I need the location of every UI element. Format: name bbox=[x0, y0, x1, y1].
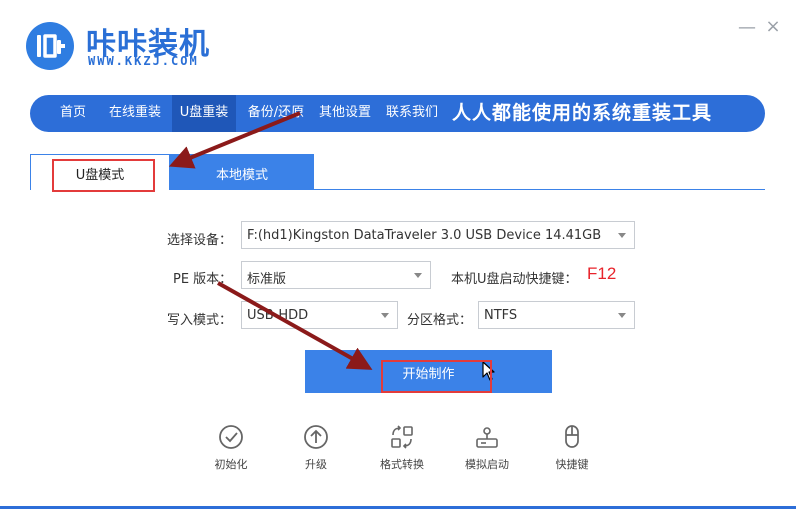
arrow-to-usb-tab bbox=[168, 111, 301, 169]
check-circle-icon bbox=[219, 425, 243, 449]
tool-upgrade-label: 升级 bbox=[305, 458, 327, 471]
simulate-boot-icon bbox=[476, 427, 498, 448]
arrow-to-start-button bbox=[217, 281, 373, 370]
tool-hotkeys-label: 快捷键 bbox=[555, 458, 589, 471]
mouse-icon bbox=[565, 425, 579, 448]
tool-simulate-boot[interactable]: 模拟启动 bbox=[457, 424, 517, 472]
upgrade-arrow-icon bbox=[304, 425, 328, 449]
tool-upgrade[interactable]: 升级 bbox=[286, 424, 346, 472]
tool-hotkeys[interactable]: 快捷键 bbox=[542, 424, 602, 472]
tool-initialize[interactable]: 初始化 bbox=[201, 424, 261, 472]
convert-icon bbox=[391, 425, 413, 449]
tool-format-convert[interactable]: 格式转换 bbox=[372, 424, 432, 472]
tool-simulate-boot-label: 模拟启动 bbox=[465, 458, 509, 471]
tool-initialize-label: 初始化 bbox=[214, 458, 248, 471]
tool-format-convert-label: 格式转换 bbox=[380, 458, 424, 471]
